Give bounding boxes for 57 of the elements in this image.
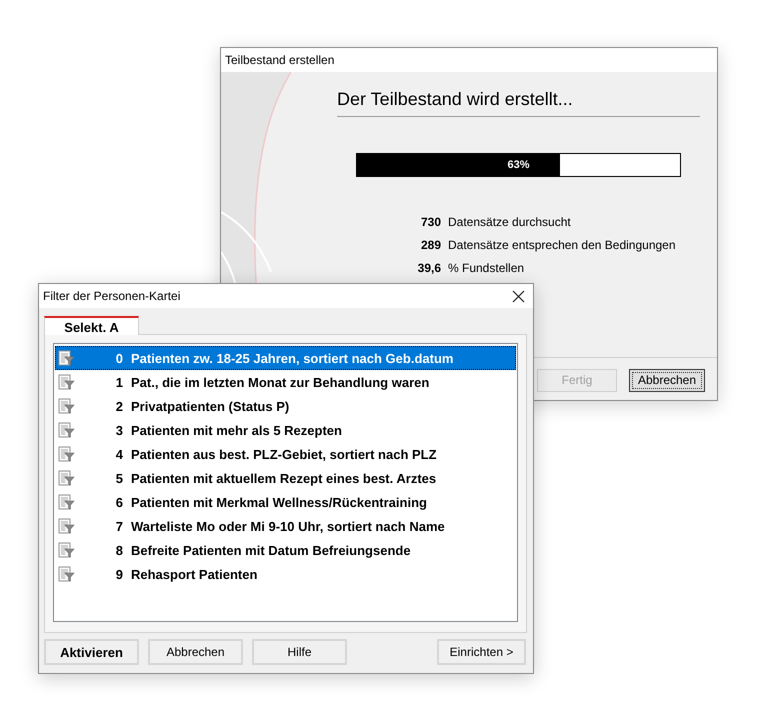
cancel-button[interactable]: Abbrechen xyxy=(148,639,243,665)
filter-number: 1 xyxy=(114,374,123,390)
stat-label: Datensätze entsprechen den Bedingungen xyxy=(448,238,676,252)
list-item[interactable]: 0 Patienten zw. 18-25 Jahren, sortiert nach Geb.datum xyxy=(55,346,516,370)
document-funnel-icon xyxy=(58,350,75,366)
list-item[interactable]: 8 Befreite Patienten mit Datum Befreiungsende xyxy=(55,538,516,562)
stat-value: 730 xyxy=(420,215,441,229)
filter-number: 8 xyxy=(114,542,123,558)
list-item[interactable]: 7 Warteliste Mo oder Mi 9-10 Uhr, sortiert nach Name xyxy=(55,514,516,538)
filter-number: 5 xyxy=(114,470,123,486)
filter-label: Patienten mit Merkmal Wellness/Rückentraining xyxy=(131,494,427,510)
list-item[interactable]: 6 Patienten mit Merkmal Wellness/Rückentraining xyxy=(55,490,516,514)
filter-label: Warteliste Mo oder Mi 9-10 Uhr, sortiert nach Name xyxy=(131,518,445,534)
document-funnel-icon xyxy=(58,470,75,486)
document-funnel-icon xyxy=(58,398,75,414)
list-item[interactable]: 5 Patienten mit aktuellem Rezept eines best. Arztes xyxy=(55,466,516,490)
list-item[interactable]: 4 Patienten aus best. PLZ-Gebiet, sortiert nach PLZ xyxy=(55,442,516,466)
filter-label: Patienten aus best. PLZ-Gebiet, sortiert nach PLZ xyxy=(131,446,437,462)
filter-number: 7 xyxy=(114,518,123,534)
stat-value: 39,6 xyxy=(416,261,441,275)
window-title: Filter der Personen-Kartei xyxy=(43,289,180,303)
window-title: Teilbestand erstellen xyxy=(225,53,334,67)
filter-label: Befreite Patienten mit Datum Befreiungsende xyxy=(131,542,411,558)
progress-label: 63% xyxy=(507,159,530,171)
filter-number: 6 xyxy=(114,494,123,510)
filter-number: 0 xyxy=(114,350,123,366)
filter-label: Privatpatienten (Status P) xyxy=(131,398,290,414)
document-funnel-icon xyxy=(58,518,75,534)
list-item[interactable]: 1 Pat., die im letzten Monat zur Behandlung waren xyxy=(55,370,516,394)
activate-button[interactable]: Aktivieren xyxy=(44,639,139,665)
stat-value: 289 xyxy=(420,238,441,252)
filter-number: 3 xyxy=(114,422,123,438)
document-funnel-icon xyxy=(58,494,75,510)
document-funnel-icon xyxy=(58,374,75,390)
filter-label: Pat., die im letzten Monat zur Behandlung waren xyxy=(131,374,430,390)
filter-label: Patienten zw. 18-25 Jahren, sortiert nach Geb.datum xyxy=(131,350,454,366)
document-funnel-icon xyxy=(58,422,75,438)
document-funnel-icon xyxy=(58,566,75,582)
stat-label: % Fundstellen xyxy=(448,261,524,275)
help-button[interactable]: Hilfe xyxy=(252,639,347,665)
filter-number: 2 xyxy=(114,398,123,414)
setup-button[interactable]: Einrichten > xyxy=(437,639,526,665)
stat-label: Datensätze durchsucht xyxy=(448,215,571,229)
filter-label: Rehasport Patienten xyxy=(131,566,258,582)
filter-number: 4 xyxy=(114,446,123,462)
document-funnel-icon xyxy=(58,542,75,558)
filter-number: 9 xyxy=(114,566,123,582)
dialog-heading: Der Teilbestand wird erstellt... xyxy=(337,89,700,117)
tab[interactable]: Selekt. A xyxy=(44,316,139,335)
filter-label: Patienten mit aktuellem Rezept eines best. Arztes xyxy=(131,470,436,486)
list-item[interactable]: 3 Patienten mit mehr als 5 Rezepten xyxy=(55,418,516,442)
cancel-button[interactable]: Abbrechen xyxy=(629,368,705,392)
list-item[interactable]: 2 Privatpatienten (Status P) xyxy=(55,394,516,418)
document-funnel-icon xyxy=(58,446,75,462)
list-item[interactable]: 9 Rehasport Patienten xyxy=(55,562,516,586)
close-icon[interactable] xyxy=(512,290,525,302)
filter-label: Patienten mit mehr als 5 Rezepten xyxy=(131,422,342,438)
